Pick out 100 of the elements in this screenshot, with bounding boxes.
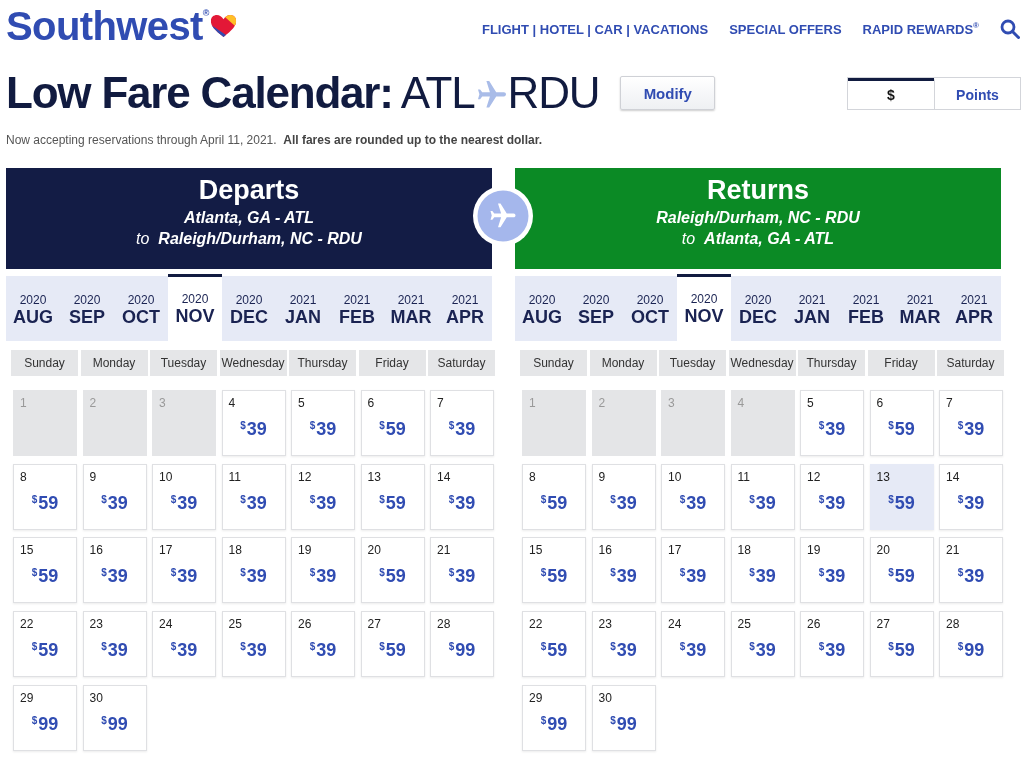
calendar-day[interactable]: 11 $^{$}$39 (730, 463, 795, 530)
search-icon[interactable] (1000, 19, 1020, 39)
calendar-day: 3 (152, 390, 216, 456)
route-origin: Raleigh/Durham, NC - RDU (655, 208, 861, 228)
month-tab[interactable]: 2021 APR (947, 276, 1001, 341)
calendar-day[interactable]: 19 $^{$}$39 (800, 537, 864, 604)
weekday-header: Tuesday (150, 350, 217, 376)
calendar-day: 2 (591, 390, 656, 456)
calendar-day[interactable]: 21 $^{$}$39 (430, 537, 494, 604)
month-tab[interactable]: 2020 OCT (623, 276, 677, 341)
route-origin: Atlanta, GA - ATL (182, 208, 316, 228)
calendar-day[interactable]: 4 $^{$}$39 (221, 390, 286, 456)
calendar-day[interactable]: 15 $^{$}$59 (13, 537, 77, 604)
weekday-header: Wednesday (219, 350, 287, 376)
calendar-day[interactable]: 7 $^{$}$39 (430, 390, 494, 456)
month-tab[interactable]: 2020 NOV (168, 274, 222, 341)
calendar-day[interactable]: 25 $^{$}$39 (730, 611, 795, 678)
calendar-day[interactable]: 11 $^{$}$39 (221, 463, 286, 530)
weekday-header: Saturday (937, 350, 1004, 376)
plane-icon (473, 186, 533, 246)
month-tab[interactable]: 2021 MAR (893, 276, 947, 341)
calendar-day[interactable]: 29 $^{$}$99 (13, 684, 77, 751)
calendar-day[interactable]: 24 $^{$}$39 (152, 611, 216, 678)
calendar-day[interactable]: 30 $^{$}$99 (591, 684, 656, 751)
calendar-day[interactable]: 26 $^{$}$39 (800, 611, 864, 678)
calendar-day[interactable]: 18 $^{$}$39 (730, 537, 795, 604)
weekday-header: Sunday (11, 350, 78, 376)
calendar-day[interactable]: 22 $^{$}$59 (13, 611, 77, 678)
calendar-day[interactable]: 20 $^{$}$59 (360, 537, 425, 604)
weekday-header: Friday (867, 350, 935, 376)
weekday-header: Sunday (520, 350, 587, 376)
nav-link[interactable]: RAPID REWARDS$^{®}$ (862, 21, 979, 37)
month-tab[interactable]: 2020 DEC (222, 276, 276, 341)
month-tab[interactable]: 2020 SEP (60, 276, 114, 341)
calendar-day: 4 (730, 390, 795, 456)
banner-title: Departs (197, 174, 301, 207)
calendar-day[interactable]: 8 $^{$}$59 (522, 463, 586, 530)
calendar-day[interactable]: 17 $^{$}$39 (661, 537, 725, 604)
month-tab[interactable]: 2021 JAN (276, 276, 330, 341)
calendar-day[interactable]: 10 $^{$}$39 (661, 463, 725, 530)
banner-title: Returns (706, 174, 810, 207)
calendar-day[interactable]: 24 $^{$}$39 (661, 611, 725, 678)
calendar-day[interactable]: 7 $^{$}$39 (939, 390, 1003, 456)
weekday-header: Monday (80, 350, 148, 376)
calendar-day[interactable]: 13 $^{$}$59 (360, 463, 425, 530)
calendar-day: 1 (522, 390, 586, 456)
calendar-day[interactable]: 5 $^{$}$39 (800, 390, 864, 456)
month-tab[interactable]: 2021 FEB (330, 276, 384, 341)
calendar-day[interactable]: 28 $^{$}$99 (430, 611, 494, 678)
month-tab[interactable]: 2020 AUG (515, 276, 569, 341)
southwest-logo[interactable]: Southwest$^{®}$ (6, 4, 210, 48)
origin-code: ATL (400, 68, 475, 118)
calendar-day: 2 (82, 390, 147, 456)
calendar-day[interactable]: 23 $^{$}$39 (591, 611, 656, 678)
weekday-header: Thursday (798, 350, 865, 376)
calendar-day[interactable]: 18 $^{$}$39 (221, 537, 286, 604)
calendar-day[interactable]: 10 $^{$}$39 (152, 463, 216, 530)
calendar-day[interactable]: 6 $^{$}$59 (360, 390, 425, 456)
calendar-day[interactable]: 6 $^{$}$59 (869, 390, 934, 456)
nav-link[interactable]: SPECIAL OFFERS (729, 21, 842, 37)
calendar-day[interactable]: 17 $^{$}$39 (152, 537, 216, 604)
weekday-header: Friday (358, 350, 426, 376)
calendar-day[interactable]: 12 $^{$}$39 (800, 463, 864, 530)
calendar-day[interactable]: 23 $^{$}$39 (82, 611, 147, 678)
month-tab[interactable]: 2020 OCT (114, 276, 168, 341)
calendar-day[interactable]: 16 $^{$}$39 (591, 537, 656, 604)
calendar-day[interactable]: 27 $^{$}$59 (869, 611, 934, 678)
month-tab[interactable]: 2020 DEC (731, 276, 785, 341)
calendar-day[interactable]: 9 $^{$}$39 (591, 463, 656, 530)
calendar-day[interactable]: 29 $^{$}$99 (522, 684, 586, 751)
calendar-day[interactable]: 12 $^{$}$39 (291, 463, 355, 530)
month-tab[interactable]: 2021 JAN (785, 276, 839, 341)
calendar-day[interactable]: 30 $^{$}$99 (82, 684, 147, 751)
calendar-day[interactable]: 21 $^{$}$39 (939, 537, 1003, 604)
calendar-day[interactable]: 20 $^{$}$59 (869, 537, 934, 604)
calendar-day[interactable]: 25 $^{$}$39 (221, 611, 286, 678)
weekday-header: Tuesday (659, 350, 726, 376)
modify-button[interactable]: Modify (620, 76, 716, 110)
month-tab[interactable]: 2020 SEP (569, 276, 623, 341)
calendar-day[interactable]: 22 $^{$}$59 (522, 611, 586, 678)
calendar-day[interactable]: 26 $^{$}$39 (291, 611, 355, 678)
calendar-day[interactable]: 27 $^{$}$59 (360, 611, 425, 678)
calendar-day[interactable]: 5 $^{$}$39 (291, 390, 355, 456)
calendar-day[interactable]: 8 $^{$}$59 (13, 463, 77, 530)
calendar-day[interactable]: 13 $^{$}$59 (869, 463, 934, 530)
calendar-day[interactable]: 14 $^{$}$39 (430, 463, 494, 530)
month-tab[interactable]: 2020 AUG (6, 276, 60, 341)
month-tab[interactable]: 2020 NOV (677, 274, 731, 341)
calendar-day[interactable]: 19 $^{$}$39 (291, 537, 355, 604)
calendar-day[interactable]: 9 $^{$}$39 (82, 463, 147, 530)
calendar-day[interactable]: 14 $^{$}$39 (939, 463, 1003, 530)
calendar-day[interactable]: 15 $^{$}$59 (522, 537, 586, 604)
month-tab[interactable]: 2021 APR (438, 276, 492, 341)
nav-link[interactable]: FLIGHT | HOTEL | CAR | VACATIONS (482, 21, 709, 37)
calendar-day: 3 (661, 390, 725, 456)
month-tab[interactable]: 2021 MAR (384, 276, 438, 341)
calendar-day: 1 (13, 390, 77, 456)
month-tab[interactable]: 2021 FEB (839, 276, 893, 341)
calendar-day[interactable]: 16 $^{$}$39 (82, 537, 147, 604)
calendar-day[interactable]: 28 $^{$}$99 (939, 611, 1003, 678)
